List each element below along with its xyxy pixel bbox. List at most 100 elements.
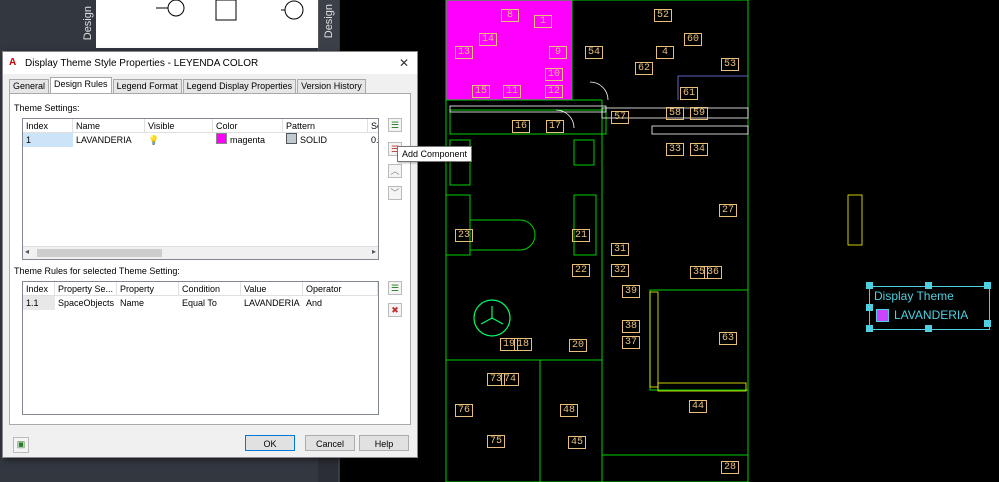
- room-tag[interactable]: 60: [684, 33, 702, 46]
- cell-color[interactable]: magenta: [213, 133, 283, 147]
- column-header[interactable]: Index: [23, 282, 55, 296]
- room-tag[interactable]: 37: [622, 336, 640, 349]
- column-header[interactable]: Visible: [145, 119, 213, 133]
- room-tag[interactable]: 17: [546, 120, 564, 133]
- table-row[interactable]: 1 LAVANDERIA 💡 magenta SOLID 0.5: [23, 133, 378, 147]
- room-tag[interactable]: 38: [622, 320, 640, 333]
- selection-grip[interactable]: [925, 325, 932, 332]
- room-tag[interactable]: 10: [545, 68, 563, 81]
- display-theme-legend[interactable]: Display Theme LAVANDERIA: [869, 286, 990, 330]
- room-tag[interactable]: 15: [472, 85, 490, 98]
- room-tag[interactable]: 8: [501, 9, 519, 22]
- dialog-titlebar[interactable]: A Display Theme Style Properties - LEYEN…: [3, 52, 417, 74]
- room-tag[interactable]: 33: [666, 143, 684, 156]
- tab-design-rules[interactable]: Design Rules: [50, 77, 112, 93]
- pattern-label: SOLID: [300, 135, 328, 145]
- room-tag[interactable]: 58: [666, 107, 684, 120]
- legend-item-label: LAVANDERIA: [894, 308, 969, 322]
- room-tag[interactable]: 34: [690, 143, 708, 156]
- room-tag[interactable]: 74: [501, 373, 519, 386]
- add-component-button[interactable]: ☰: [388, 118, 402, 132]
- room-tag[interactable]: 27: [719, 204, 737, 217]
- tab-legend-display-properties[interactable]: Legend Display Properties: [182, 79, 297, 93]
- selection-grip[interactable]: [866, 325, 873, 332]
- column-header[interactable]: Name: [73, 119, 145, 133]
- scroll-left-icon[interactable]: ◂: [25, 247, 29, 256]
- room-tag[interactable]: 62: [635, 62, 653, 75]
- column-header[interactable]: Condition: [179, 282, 241, 296]
- room-tag[interactable]: 45: [568, 436, 586, 449]
- room-tag[interactable]: 63: [719, 332, 737, 345]
- room-tag[interactable]: 57: [611, 111, 629, 124]
- scroll-thumb[interactable]: [37, 249, 162, 257]
- room-tag[interactable]: 32: [611, 264, 629, 277]
- cell-visible[interactable]: 💡: [145, 133, 213, 147]
- column-header[interactable]: Property: [117, 282, 179, 296]
- cell-operator: And: [306, 298, 323, 308]
- selection-grip[interactable]: [866, 282, 873, 289]
- room-tag[interactable]: 22: [572, 264, 590, 277]
- selection-grip[interactable]: [925, 282, 932, 289]
- cell-property-set: SpaceObjects: [58, 298, 115, 308]
- room-tag[interactable]: 39: [622, 285, 640, 298]
- column-header[interactable]: Sc: [368, 119, 378, 133]
- delete-rule-button[interactable]: ✖: [388, 303, 402, 317]
- scroll-right-icon[interactable]: ▸: [372, 247, 376, 256]
- bulb-icon: 💡: [148, 135, 160, 145]
- room-tag[interactable]: 75: [487, 435, 505, 448]
- room-tag[interactable]: 1: [534, 15, 552, 28]
- room-tag[interactable]: 20: [569, 339, 587, 352]
- room-tag[interactable]: 21: [572, 229, 590, 242]
- selection-grip[interactable]: [984, 320, 991, 327]
- cell-pattern[interactable]: SOLID: [283, 133, 368, 147]
- room-tag[interactable]: 12: [545, 85, 563, 98]
- column-header[interactable]: Value: [241, 282, 303, 296]
- preview-icon: ▣: [16, 439, 26, 449]
- move-down-button[interactable]: ﹀: [388, 186, 402, 200]
- column-header[interactable]: Operator: [303, 282, 378, 296]
- room-tag[interactable]: 36: [704, 266, 722, 279]
- room-tag[interactable]: 11: [503, 85, 521, 98]
- help-button[interactable]: Help: [359, 435, 409, 451]
- column-header[interactable]: Index: [23, 119, 73, 133]
- room-tag[interactable]: 14: [479, 33, 497, 46]
- column-header[interactable]: Property Se...: [55, 282, 117, 296]
- close-button[interactable]: ✕: [391, 53, 417, 73]
- cancel-button[interactable]: Cancel: [305, 435, 355, 451]
- ok-button[interactable]: OK: [245, 435, 295, 451]
- move-up-button[interactable]: ︿: [388, 164, 402, 178]
- room-tag[interactable]: 48: [560, 404, 578, 417]
- floor-plan: [445, 0, 863, 482]
- add-rule-button[interactable]: ☰: [388, 281, 402, 295]
- theme-settings-label: Theme Settings:: [14, 103, 80, 113]
- room-tag[interactable]: 16: [512, 120, 530, 133]
- room-tag[interactable]: 9: [549, 46, 567, 59]
- theme-settings-grid[interactable]: Index Name Visible Color Pattern Sc 1 LA…: [22, 118, 379, 260]
- cell-value: LAVANDERIA: [244, 298, 300, 308]
- room-tag[interactable]: 61: [680, 87, 698, 100]
- column-header[interactable]: Pattern: [283, 119, 368, 133]
- room-tag[interactable]: 13: [455, 46, 473, 59]
- preview-button[interactable]: ▣: [13, 437, 29, 453]
- room-tag[interactable]: 76: [455, 404, 473, 417]
- theme-rules-grid[interactable]: Index Property Se... Property Condition …: [22, 281, 379, 415]
- room-tag[interactable]: 23: [455, 229, 473, 242]
- room-tag[interactable]: 59: [690, 107, 708, 120]
- column-header[interactable]: Color: [213, 119, 283, 133]
- room-tag[interactable]: 4: [656, 46, 674, 59]
- room-tag[interactable]: 31: [611, 243, 629, 256]
- tab-version-history[interactable]: Version History: [297, 79, 366, 93]
- tab-general[interactable]: General: [9, 79, 50, 93]
- room-tag[interactable]: 44: [689, 400, 707, 413]
- table-row[interactable]: 1.1 SpaceObjects Name Equal To LAVANDERI…: [23, 296, 378, 310]
- room-tag[interactable]: 18: [514, 338, 532, 351]
- tab-legend-format[interactable]: Legend Format: [112, 79, 182, 93]
- room-tag[interactable]: 52: [654, 9, 672, 22]
- selection-grip[interactable]: [984, 282, 991, 289]
- room-tag[interactable]: 28: [721, 461, 739, 474]
- horizontal-scrollbar[interactable]: ◂ ▸: [23, 246, 378, 259]
- cell-scale: 0.5: [371, 135, 379, 145]
- room-tag[interactable]: 54: [585, 46, 603, 59]
- selection-grip[interactable]: [866, 304, 873, 311]
- room-tag[interactable]: 53: [721, 58, 739, 71]
